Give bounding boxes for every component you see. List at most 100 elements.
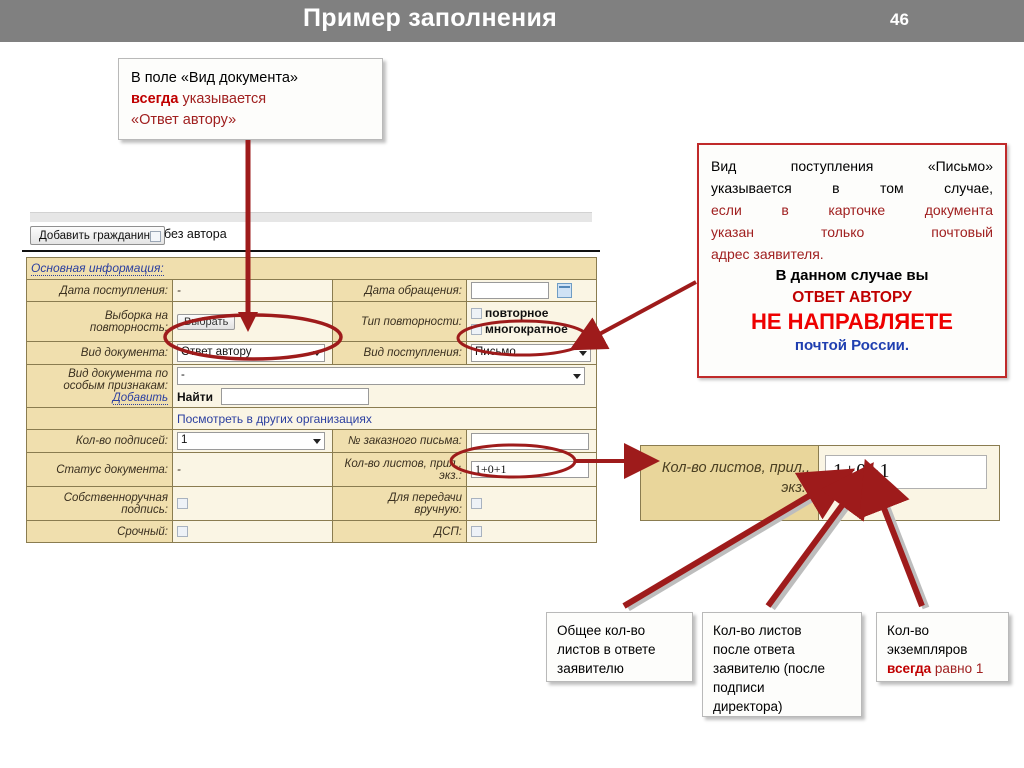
table-row-dates: Дата поступления: - Дата обращения: (26, 279, 598, 302)
toolbar-divider (22, 250, 600, 252)
add-citizen-button[interactable]: Добавить гражданина (30, 226, 166, 245)
callout-receipt-line5: адрес заявителя. (711, 246, 824, 262)
doc-special-select-value: - (181, 369, 185, 381)
callout-sheets-after-line1: Кол-во листов (713, 623, 802, 638)
magnified-sheets-count-panel: Кол-во листов, прил., экз.: 1+0+1 (640, 445, 1000, 521)
callout-sheets-after: Кол-во листов после ответа заявителю (по… (702, 612, 862, 717)
label-receipt-type: Вид поступления: (332, 341, 467, 365)
callout-total-sheets: Общее кол-во листов в ответе заявителю (546, 612, 693, 682)
label-repeat-selection: Выборка на повторность: (26, 301, 173, 342)
magnified-label-line1: Кол-во листов, прил., (661, 460, 810, 476)
callout-copies: Кол-во экземпляров всегда равно 1 (876, 612, 1009, 682)
receipt-type-select-value: Письмо (475, 346, 516, 358)
callout-total-sheets-line1: Общее кол-во (557, 623, 646, 638)
value-other-orgs: Посмотреть в других организациях (171, 407, 598, 430)
magnified-input-value: 1+0+1 (833, 460, 891, 482)
table-row-urgent: Срочный: ДСП: (26, 520, 598, 543)
receipt-type-select[interactable]: Письмо (471, 344, 591, 362)
table-row-doc-special: Вид документа по особым признакам: Добав… (26, 364, 598, 408)
callout-copies-line1: Кол-во (887, 623, 929, 638)
callout-receipt-line4: указан только почтовый (711, 224, 993, 240)
magnified-value: 1+0+1 (819, 446, 999, 520)
page-number: 46 (890, 10, 909, 29)
date-appeal-input[interactable] (471, 282, 549, 299)
label-sheets-count: Кол-во листов, прил., экз.: (332, 452, 467, 487)
label-doc-type: Вид документа: (26, 341, 173, 365)
callout-sheets-after-line2: после ответа (713, 642, 795, 657)
signatures-count-select[interactable]: 1 (177, 432, 325, 450)
callout-copies-line3-rest: равно 1 (931, 661, 984, 676)
label-doc-special-line1: Вид документа по (68, 368, 168, 380)
find-label: Найти (177, 389, 213, 404)
no-author-checkbox[interactable] (150, 231, 161, 242)
callout-sheets-after-line4: подписи (713, 680, 765, 695)
value-handwritten-signature (172, 486, 333, 521)
value-signatures-count: 1 (172, 429, 333, 453)
form-screenshot: Добавить гражданина без автора Основная … (22, 205, 600, 572)
value-doc-type: Ответ автору (172, 341, 333, 365)
table-row-section: Основная информация: (25, 257, 598, 280)
doc-type-select-value: Ответ автору (181, 346, 252, 358)
label-signatures-count: Кол-во подписей: (26, 429, 173, 453)
other-orgs-link[interactable]: Посмотреть в других организациях (177, 412, 372, 426)
table-row-doc-type: Вид документа: Ответ автору Вид поступле… (26, 341, 598, 365)
arrow-receipt-callout-to-field (569, 280, 697, 351)
dsp-checkbox[interactable] (471, 525, 482, 537)
callout-total-sheets-line3: заявителю (557, 661, 624, 676)
callout-receipt-line7: ОТВЕТ АВТОРУ (792, 289, 912, 306)
value-receipt-type: Письмо (465, 341, 598, 365)
callout-copies-line2: экземпляров (887, 642, 968, 657)
label-doc-status: Статус документа: (26, 452, 173, 487)
toolbar-strip (30, 212, 592, 222)
callout-sheets-after-line3: заявителю (после (713, 661, 826, 676)
label-urgent: Срочный: (26, 520, 173, 543)
callout-doc-type-line2-emph: всегда (131, 91, 179, 107)
value-date-appeal-cell (465, 279, 598, 302)
repeat-once-label: повторное (485, 305, 549, 320)
chevron-down-icon (573, 374, 581, 379)
callout-receipt-line6: В данном случае вы (775, 267, 929, 284)
hand-delivery-checkbox[interactable] (471, 497, 482, 509)
table-row-handwritten: Собственноручная подпись: Для передачи вру… (26, 486, 598, 521)
callout-doc-type-line3: «Ответ автору» (131, 112, 237, 128)
value-repeat-type: повторное многократное (465, 301, 598, 342)
label-handwritten-signature: Собственноручная подпись: (26, 486, 173, 521)
add-link[interactable]: Добавить (112, 392, 168, 405)
label-sheets-line2: экз.: (439, 469, 462, 482)
calendar-icon[interactable] (557, 283, 573, 298)
callout-receipt-type: Вид поступления «Письмо» указывается в т… (697, 143, 1007, 378)
select-button[interactable]: Выбрать (177, 313, 236, 330)
repeat-multiple-checkbox[interactable] (471, 323, 482, 335)
table-row-other-orgs: Посмотреть в других организациях (26, 407, 598, 430)
doc-type-select[interactable]: Ответ автору (177, 344, 325, 362)
value-doc-status: - (172, 452, 333, 487)
table-row-signatures: Кол-во подписей: 1 № заказного письма: (26, 429, 598, 453)
label-dsp: ДСП: (332, 520, 467, 543)
magnified-label-line2: экз.: (781, 480, 810, 496)
label-doc-special-line2: особым признакам: (63, 380, 168, 392)
section-header-cell: Основная информация: (25, 257, 598, 280)
value-sheets-count (465, 452, 598, 487)
find-input[interactable] (221, 388, 370, 405)
callout-doc-type-line2-rest: указывается (178, 91, 267, 107)
callout-total-sheets-line2: листов в ответе (557, 642, 656, 657)
chevron-down-icon (313, 439, 321, 444)
urgent-checkbox[interactable] (177, 525, 188, 537)
callout-copies-line3-emph: всегда (887, 661, 932, 676)
callout-receipt-line3: если в карточке документа (711, 202, 993, 218)
value-doc-type-special: - Найти (171, 364, 598, 408)
callout-doc-type-line1: В поле «Вид документа» (131, 70, 298, 86)
callout-receipt-line8: НЕ НАПРАВЛЯЕТЕ (751, 309, 953, 334)
label-repeat-type: Тип повторности: (332, 301, 467, 342)
doc-special-select[interactable]: - (177, 367, 585, 385)
label-sheets-line1: Кол-во листов, прил., (344, 457, 462, 470)
repeat-once-checkbox[interactable] (471, 307, 482, 319)
signatures-count-value: 1 (181, 434, 188, 446)
callout-receipt-line2: указывается в том случае, (711, 180, 993, 196)
label-doc-type-special: Вид документа по особым признакам: Добав… (26, 364, 173, 408)
sheets-count-input[interactable] (471, 461, 589, 478)
registered-letter-no-input[interactable] (471, 432, 589, 450)
label-repeat-selection-text: Выборка на повторность: (89, 309, 168, 334)
repeat-multiple-label: многократное (485, 321, 568, 336)
handwritten-signature-checkbox[interactable] (177, 497, 188, 509)
